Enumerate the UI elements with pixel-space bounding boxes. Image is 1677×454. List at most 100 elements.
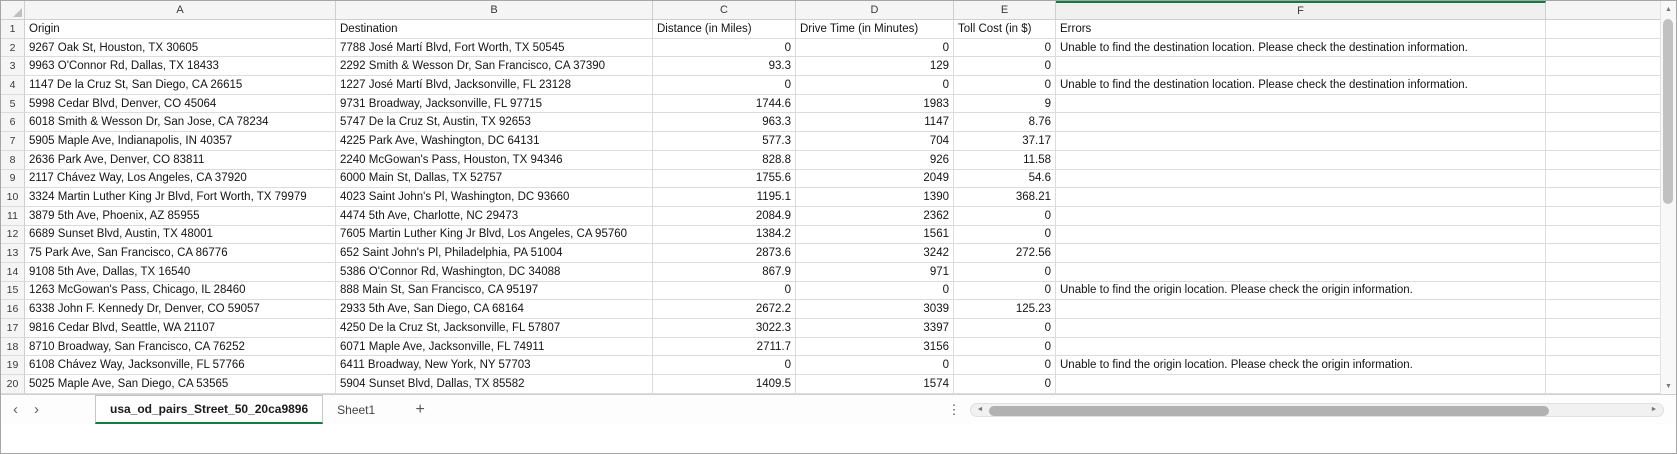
cell-E16[interactable]: 125.23	[954, 300, 1056, 319]
cell-F12[interactable]	[1056, 226, 1546, 245]
cell-C17[interactable]: 3022.3	[653, 319, 796, 338]
cell-B15[interactable]: 888 Main St, San Francisco, CA 95197	[336, 282, 653, 301]
cell-D9[interactable]: 2049	[796, 170, 954, 189]
cell-D8[interactable]: 926	[796, 151, 954, 170]
cell-E8[interactable]: 11.58	[954, 151, 1056, 170]
cell-F13[interactable]	[1056, 244, 1546, 263]
cell-C16[interactable]: 2672.2	[653, 300, 796, 319]
cell-F19[interactable]: Unable to find the origin location. Plea…	[1056, 356, 1546, 375]
column-header-A[interactable]: A	[25, 1, 336, 20]
cell-D11[interactable]: 2362	[796, 207, 954, 226]
cell-A17[interactable]: 9816 Cedar Blvd, Seattle, WA 21107	[25, 319, 336, 338]
cell-F14[interactable]	[1056, 263, 1546, 282]
row-header-17[interactable]: 17	[1, 319, 25, 338]
cell-A1[interactable]: Origin	[25, 20, 336, 39]
cell-E5[interactable]: 9	[954, 95, 1056, 114]
cell-D15[interactable]: 0	[796, 282, 954, 301]
cell-D12[interactable]: 1561	[796, 226, 954, 245]
row-header-14[interactable]: 14	[1, 263, 25, 282]
cell-E13[interactable]: 272.56	[954, 244, 1056, 263]
row-header-9[interactable]: 9	[1, 170, 25, 189]
sheet-tab-2[interactable]: Sheet1	[323, 395, 389, 424]
cell-B2[interactable]: 7788 José Martí Blvd, Fort Worth, TX 505…	[336, 39, 653, 58]
row-header-5[interactable]: 5	[1, 95, 25, 114]
horizontal-scrollbar[interactable]: ◄ ►	[970, 403, 1664, 417]
cell-D3[interactable]: 129	[796, 57, 954, 76]
row-header-12[interactable]: 12	[1, 226, 25, 245]
cell-A9[interactable]: 2117 Chávez Way, Los Angeles, CA 37920	[25, 170, 336, 189]
cell-E17[interactable]: 0	[954, 319, 1056, 338]
row-header-4[interactable]: 4	[1, 76, 25, 95]
cell-D4[interactable]: 0	[796, 76, 954, 95]
cell-A12[interactable]: 6689 Sunset Blvd, Austin, TX 48001	[25, 226, 336, 245]
cell-C18[interactable]: 2711.7	[653, 338, 796, 357]
cell-F9[interactable]	[1056, 170, 1546, 189]
cell-B11[interactable]: 4474 5th Ave, Charlotte, NC 29473	[336, 207, 653, 226]
cell-F20[interactable]	[1056, 375, 1546, 394]
cell-C6[interactable]: 963.3	[653, 113, 796, 132]
cell-E4[interactable]: 0	[954, 76, 1056, 95]
row-header-7[interactable]: 7	[1, 132, 25, 151]
cell-D6[interactable]: 1147	[796, 113, 954, 132]
cell-E9[interactable]: 54.6	[954, 170, 1056, 189]
cell-E11[interactable]: 0	[954, 207, 1056, 226]
cell-B7[interactable]: 4225 Park Ave, Washington, DC 64131	[336, 132, 653, 151]
cell-D10[interactable]: 1390	[796, 188, 954, 207]
sheet-nav-prev-icon[interactable]: ‹	[13, 402, 18, 417]
cell-F3[interactable]	[1056, 57, 1546, 76]
cell-D14[interactable]: 971	[796, 263, 954, 282]
vertical-scrollbar[interactable]: ▲ ▼	[1660, 1, 1676, 394]
cell-C15[interactable]: 0	[653, 282, 796, 301]
cell-A5[interactable]: 5998 Cedar Blvd, Denver, CO 45064	[25, 95, 336, 114]
cell-F2[interactable]: Unable to find the destination location.…	[1056, 39, 1546, 58]
cell-A13[interactable]: 75 Park Ave, San Francisco, CA 86776	[25, 244, 336, 263]
cell-F10[interactable]	[1056, 188, 1546, 207]
cell-D7[interactable]: 704	[796, 132, 954, 151]
column-header-D[interactable]: D	[796, 1, 954, 20]
cell-C10[interactable]: 1195.1	[653, 188, 796, 207]
cell-D1[interactable]: Drive Time (in Minutes)	[796, 20, 954, 39]
cell-A11[interactable]: 3879 5th Ave, Phoenix, AZ 85955	[25, 207, 336, 226]
cell-D19[interactable]: 0	[796, 356, 954, 375]
row-header-18[interactable]: 18	[1, 338, 25, 357]
row-header-1[interactable]: 1	[1, 20, 25, 39]
scroll-up-icon[interactable]: ▲	[1661, 1, 1676, 17]
row-header-10[interactable]: 10	[1, 188, 25, 207]
cell-A3[interactable]: 9963 O'Connor Rd, Dallas, TX 18433	[25, 57, 336, 76]
cell-C2[interactable]: 0	[653, 39, 796, 58]
row-header-15[interactable]: 15	[1, 282, 25, 301]
cell-B17[interactable]: 4250 De la Cruz St, Jacksonville, FL 578…	[336, 319, 653, 338]
cell-F5[interactable]	[1056, 95, 1546, 114]
sheet-nav-next-icon[interactable]: ›	[34, 402, 39, 417]
row-header-19[interactable]: 19	[1, 356, 25, 375]
row-header-6[interactable]: 6	[1, 113, 25, 132]
cell-C14[interactable]: 867.9	[653, 263, 796, 282]
cell-B9[interactable]: 6000 Main St, Dallas, TX 52757	[336, 170, 653, 189]
cell-D17[interactable]: 3397	[796, 319, 954, 338]
cell-B1[interactable]: Destination	[336, 20, 653, 39]
cell-C7[interactable]: 577.3	[653, 132, 796, 151]
cell-C5[interactable]: 1744.6	[653, 95, 796, 114]
cell-B18[interactable]: 6071 Maple Ave, Jacksonville, FL 74911	[336, 338, 653, 357]
cell-F15[interactable]: Unable to find the origin location. Plea…	[1056, 282, 1546, 301]
cell-C8[interactable]: 828.8	[653, 151, 796, 170]
cell-A6[interactable]: 6018 Smith & Wesson Dr, San Jose, CA 782…	[25, 113, 336, 132]
cell-C20[interactable]: 1409.5	[653, 375, 796, 394]
cell-F4[interactable]: Unable to find the destination location.…	[1056, 76, 1546, 95]
cell-F6[interactable]	[1056, 113, 1546, 132]
cell-E10[interactable]: 368.21	[954, 188, 1056, 207]
cell-D5[interactable]: 1983	[796, 95, 954, 114]
cell-F8[interactable]	[1056, 151, 1546, 170]
cell-B3[interactable]: 2292 Smith & Wesson Dr, San Francisco, C…	[336, 57, 653, 76]
cell-C19[interactable]: 0	[653, 356, 796, 375]
cell-A2[interactable]: 9267 Oak St, Houston, TX 30605	[25, 39, 336, 58]
column-header-C[interactable]: C	[653, 1, 796, 20]
cell-B20[interactable]: 5904 Sunset Blvd, Dallas, TX 85582	[336, 375, 653, 394]
more-options-icon[interactable]: ⋮	[944, 402, 964, 418]
cell-B14[interactable]: 5386 O'Connor Rd, Washington, DC 34088	[336, 263, 653, 282]
cell-F11[interactable]	[1056, 207, 1546, 226]
cell-C1[interactable]: Distance (in Miles)	[653, 20, 796, 39]
vertical-scrollbar-thumb[interactable]	[1663, 19, 1673, 204]
cell-C4[interactable]: 0	[653, 76, 796, 95]
cell-A19[interactable]: 6108 Chávez Way, Jacksonville, FL 57766	[25, 356, 336, 375]
